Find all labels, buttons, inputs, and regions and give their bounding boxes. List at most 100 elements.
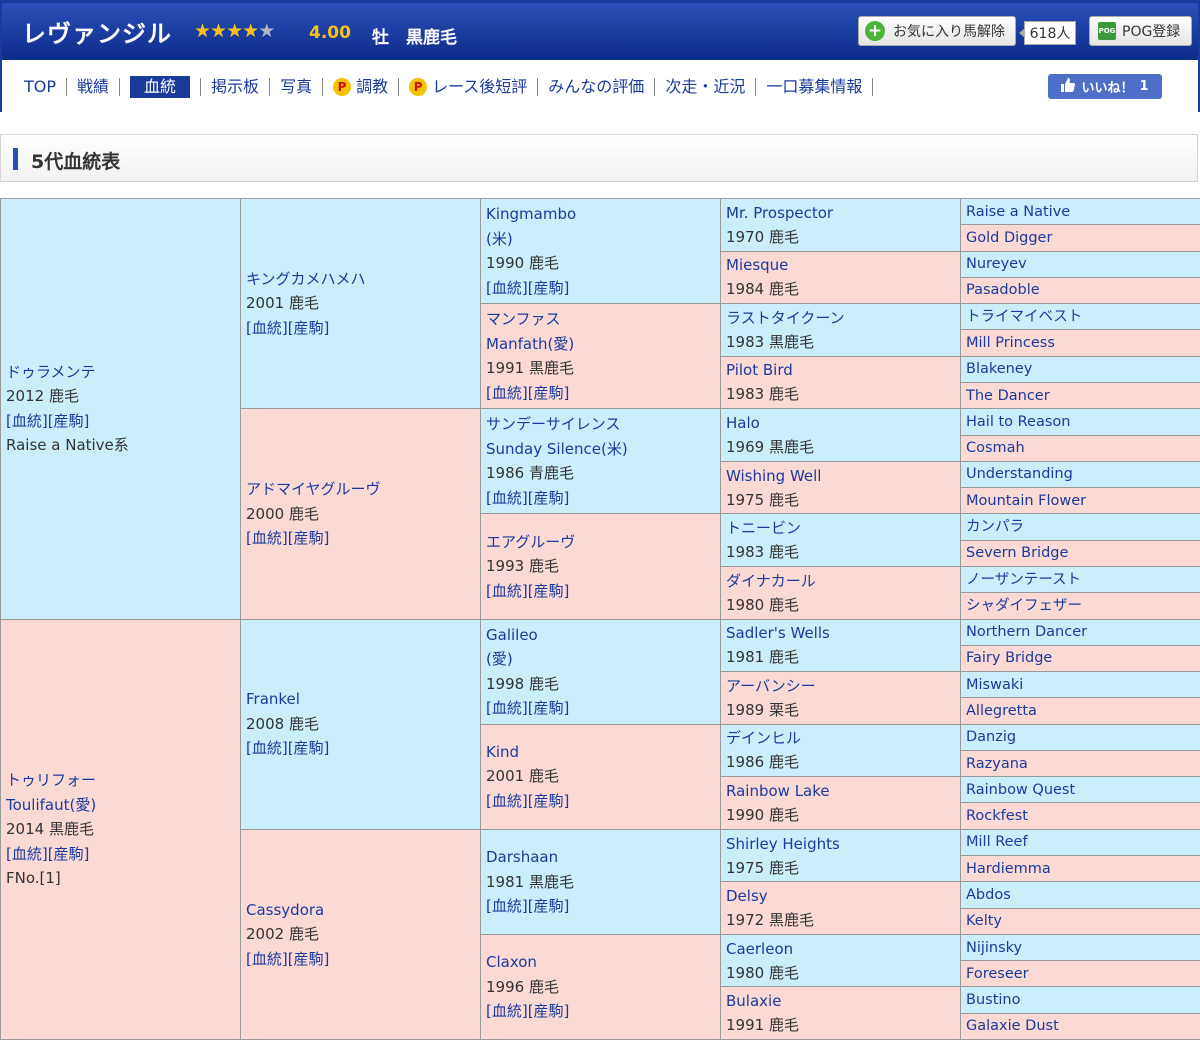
ancestor-link[interactable]: Kingmambo <box>486 202 715 227</box>
ancestor-name-link[interactable]: Rockfest <box>966 806 1195 826</box>
ancestor-link[interactable]: [血統][産駒] <box>246 736 475 761</box>
ancestor-link[interactable]: [血統][産駒] <box>486 579 715 604</box>
like-button[interactable]: いいね！ 1 <box>1048 74 1162 99</box>
ancestor-name-link[interactable]: Raise a Native <box>966 202 1195 222</box>
pedigree-cell-g5: Cosmah <box>960 434 1200 462</box>
ancestor-name-link[interactable]: Nijinsky <box>966 938 1195 958</box>
ancestor-name-link[interactable]: Blakeney <box>966 359 1195 379</box>
ancestor-link[interactable]: デインヒル <box>726 726 955 750</box>
ancestor-link[interactable]: [血統][産駒] <box>486 486 715 511</box>
ancestor-name-link[interactable]: Bustino <box>966 990 1195 1010</box>
nav-tab-9[interactable]: 一口募集情報 <box>756 78 874 96</box>
ancestor-link[interactable]: [血統][産駒] <box>6 842 235 867</box>
ancestor-link[interactable]: エアグルーヴ <box>486 530 715 555</box>
ancestor-name-link[interactable]: Nureyev <box>966 254 1195 274</box>
ancestor-name-link[interactable]: Danzig <box>966 727 1195 747</box>
ancestor-link[interactable]: Toulifaut(愛) <box>6 793 235 818</box>
ancestor-link[interactable]: [血統][産駒] <box>6 409 235 434</box>
ancestor-link[interactable]: Rainbow Lake <box>726 779 955 803</box>
ancestor-link[interactable]: キングカメハメハ <box>246 267 475 292</box>
ancestor-link[interactable]: ダイナカール <box>726 569 955 593</box>
ancestor-name-link[interactable]: ノーザンテースト <box>966 570 1195 590</box>
ancestor-link[interactable]: Halo <box>726 411 955 435</box>
ancestor-name-link[interactable]: Pasadoble <box>966 280 1195 300</box>
ancestor-link[interactable]: Mr. Prospector <box>726 201 955 225</box>
ancestor-link[interactable]: (愛) <box>486 647 715 672</box>
ancestor-link[interactable]: [血統][産駒] <box>486 276 715 301</box>
nav-tab-8[interactable]: 次走・近況 <box>655 78 757 96</box>
ancestor-link[interactable]: [血統][産駒] <box>486 894 715 919</box>
ancestor-link[interactable]: [血統][産駒] <box>486 789 715 814</box>
ancestor-name-link[interactable]: Rainbow Quest <box>966 780 1195 800</box>
ancestor-name-link[interactable]: Kelty <box>966 911 1195 931</box>
favorite-remove-button[interactable]: + お気に入り馬解除 <box>858 16 1016 46</box>
ancestor-name-link[interactable]: シャダイフェザー <box>966 596 1195 616</box>
ancestor-name-link[interactable]: Mountain Flower <box>966 491 1195 511</box>
ancestor-name-link[interactable]: Cosmah <box>966 438 1195 458</box>
ancestor-link[interactable]: アーバンシー <box>726 674 955 698</box>
ancestor-name-link[interactable]: Understanding <box>966 464 1195 484</box>
ancestor-name-link[interactable]: Galaxie Dust <box>966 1016 1195 1036</box>
nav-tab-0[interactable]: TOP <box>2 78 68 96</box>
ancestor-name-link[interactable]: Mill Princess <box>966 333 1195 353</box>
ancestor-name-link[interactable]: Fairy Bridge <box>966 648 1195 668</box>
nav-tab-6[interactable]: P レース後短評 <box>399 78 539 96</box>
ancestor-name-link[interactable]: Hardiemma <box>966 859 1195 879</box>
ancestor-name-link[interactable]: Hail to Reason <box>966 412 1195 432</box>
nav-tab-2[interactable]: 血統 <box>130 76 191 98</box>
ancestor-name-link[interactable]: Mill Reef <box>966 832 1195 852</box>
nav-tab-4[interactable]: 写真 <box>270 78 324 96</box>
nav-tab-3[interactable]: 掲示板 <box>201 78 271 96</box>
ancestor-name-link[interactable]: トライマイベスト <box>966 307 1195 327</box>
pog-register-button[interactable]: POG POG登録 <box>1089 16 1192 46</box>
ancestor-link[interactable]: Sadler's Wells <box>726 621 955 645</box>
nav-tab-7[interactable]: みんなの評価 <box>538 78 656 96</box>
ancestor-name-link[interactable]: Miswaki <box>966 675 1195 695</box>
ancestor-link[interactable]: Caerleon <box>726 937 955 961</box>
ancestor-link[interactable]: Galileo <box>486 623 715 648</box>
ancestor-name-link[interactable]: Severn Bridge <box>966 543 1195 563</box>
ancestor-name-link[interactable]: Abdos <box>966 885 1195 905</box>
ancestor-link[interactable]: [血統][産駒] <box>246 947 475 972</box>
ancestor-link[interactable]: [血統][産駒] <box>246 316 475 341</box>
ancestor-link[interactable]: Claxon <box>486 950 715 975</box>
ancestor-link[interactable]: Kind <box>486 740 715 765</box>
ancestor-link[interactable]: トゥリフォー <box>6 768 235 793</box>
ancestor-link[interactable]: [血統][産駒] <box>486 696 715 721</box>
ancestor-name-link[interactable]: Northern Dancer <box>966 622 1195 642</box>
ancestor-link[interactable]: Manfath(愛) <box>486 332 715 357</box>
ancestor-name-link[interactable]: Gold Digger <box>966 228 1195 248</box>
ancestor-link[interactable]: Pilot Bird <box>726 358 955 382</box>
ancestor-link[interactable]: (米) <box>486 227 715 252</box>
ancestor-link[interactable]: Delsy <box>726 884 955 908</box>
ancestor-name-link[interactable]: Foreseer <box>966 964 1195 984</box>
ancestor-name-link[interactable]: カンパラ <box>966 517 1195 537</box>
pedigree-cell-g4: Caerleon 1980 鹿毛 <box>720 933 961 988</box>
pog-icon: POG <box>1098 22 1116 40</box>
ancestor-link[interactable]: Frankel <box>246 687 475 712</box>
ancestor-link[interactable]: [血統][産駒] <box>246 526 475 551</box>
ancestor-link[interactable]: Miesque <box>726 253 955 277</box>
ancestor-link[interactable]: Cassydora <box>246 898 475 923</box>
nav-tab-1[interactable]: 戦績 <box>67 78 121 96</box>
ancestor-link[interactable]: [血統][産駒] <box>486 381 715 406</box>
ancestor-link[interactable]: トニービン <box>726 516 955 540</box>
ancestor-link[interactable]: ラストタイクーン <box>726 306 955 330</box>
section-title: 5代血統表 <box>31 151 121 173</box>
ancestor-link[interactable]: Wishing Well <box>726 464 955 488</box>
ancestor-link[interactable]: Bulaxie <box>726 989 955 1013</box>
ancestor-link[interactable]: マンファス <box>486 307 715 332</box>
ancestor-link[interactable]: Darshaan <box>486 845 715 870</box>
ancestor-link[interactable]: ドゥラメンテ <box>6 360 235 385</box>
ancestor-detail: 1969 黒鹿毛 <box>726 438 814 457</box>
ancestor-link[interactable]: アドマイヤグルーヴ <box>246 477 475 502</box>
ancestor-link[interactable]: Sunday Silence(米) <box>486 437 715 462</box>
ancestor-name-link[interactable]: The Dancer <box>966 386 1195 406</box>
ancestor-link[interactable]: [血統][産駒] <box>486 999 715 1024</box>
ancestor-name-link[interactable]: Allegretta <box>966 701 1195 721</box>
ancestor-link[interactable]: サンデーサイレンス <box>486 412 715 437</box>
ancestor-detail: 1986 鹿毛 <box>726 753 799 772</box>
nav-tab-5[interactable]: P 調教 <box>323 78 400 96</box>
ancestor-name-link[interactable]: Razyana <box>966 754 1195 774</box>
ancestor-link[interactable]: Shirley Heights <box>726 832 955 856</box>
